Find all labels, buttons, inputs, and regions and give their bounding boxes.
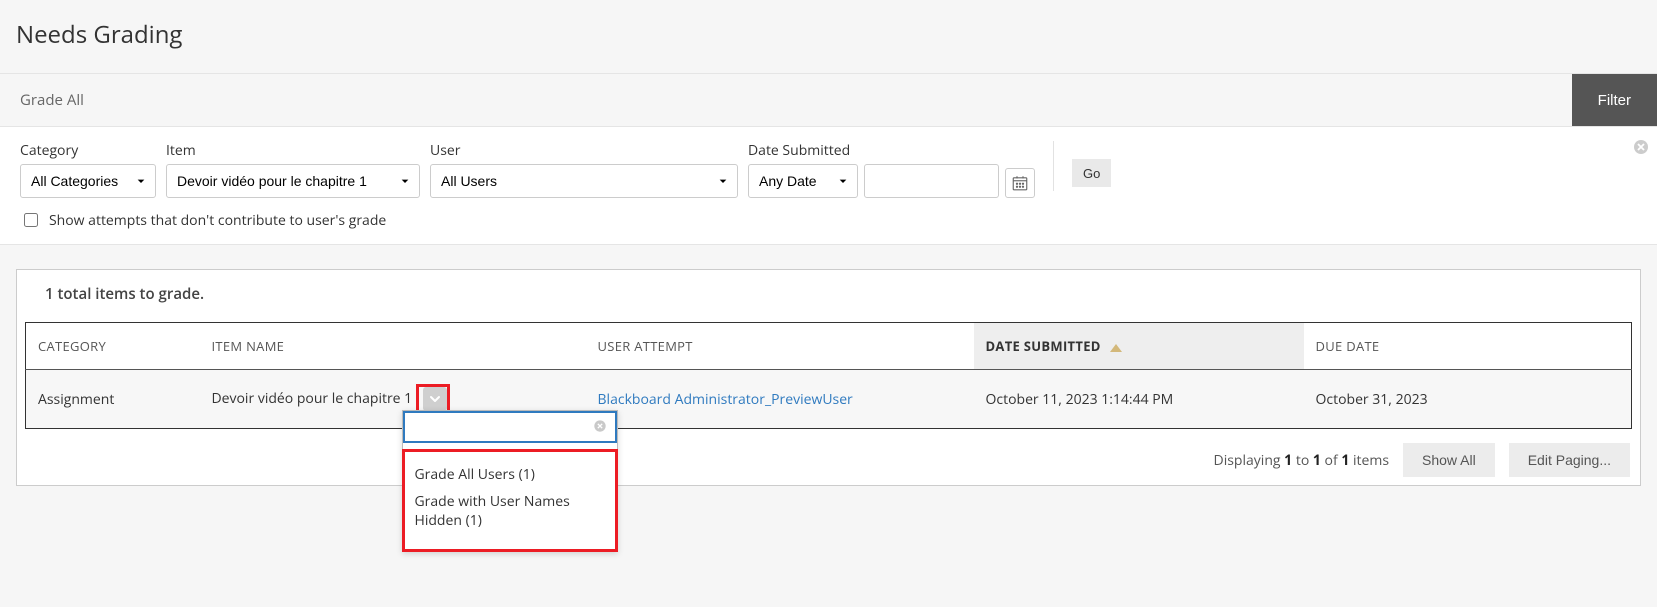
cell-item-text: Devoir vidéo pour le chapitre 1 <box>212 389 413 408</box>
table-row: Assignment Devoir vidéo pour le chapitre… <box>26 370 1632 429</box>
category-select[interactable]: All Categories <box>20 164 156 198</box>
date-submitted-label: Date Submitted <box>748 141 1035 160</box>
show-attempts-label: Show attempts that don't contribute to u… <box>49 211 386 230</box>
cell-user: Blackboard Administrator_PreviewUser <box>586 370 974 429</box>
user-attempt-link[interactable]: Blackboard Administrator_PreviewUser <box>598 390 853 409</box>
col-header-item[interactable]: ITEM NAME <box>200 323 586 370</box>
row-actions-dropdown: Grade All Users (1) Grade with User Name… <box>402 410 618 552</box>
col-header-user[interactable]: USER ATTEMPT <box>586 323 974 370</box>
show-attempts-checkbox[interactable] <box>24 213 38 227</box>
cell-category: Assignment <box>26 370 200 429</box>
user-select[interactable]: All Users <box>430 164 738 198</box>
show-all-button[interactable]: Show All <box>1403 443 1495 477</box>
total-items-text: 1 total items to grade. <box>17 270 1640 322</box>
item-select[interactable]: Devoir vidéo pour le chapitre 1 <box>166 164 420 198</box>
filter-button[interactable]: Filter <box>1572 74 1657 126</box>
cell-item: Devoir vidéo pour le chapitre 1 <box>200 370 586 429</box>
col-header-date-label: DATE SUBMITTED <box>986 337 1101 355</box>
category-label: Category <box>20 141 156 160</box>
item-label: Item <box>166 141 420 160</box>
col-header-due[interactable]: DUE DATE <box>1304 323 1632 370</box>
dropdown-opt-grade-hidden[interactable]: Grade with User Names Hidden (1) <box>415 489 605 535</box>
anydate-select[interactable]: Any Date <box>748 164 858 198</box>
dropdown-clear-icon[interactable] <box>593 419 609 435</box>
date-input[interactable] <box>864 164 999 198</box>
cell-date: October 11, 2023 1:14:44 PM <box>974 370 1304 429</box>
user-label: User <box>430 141 738 160</box>
dropdown-search-input[interactable] <box>405 413 593 441</box>
displaying-text: Displaying 1 to 1 of 1 items <box>1214 451 1389 470</box>
page-title: Needs Grading <box>16 18 1641 51</box>
col-header-date[interactable]: DATE SUBMITTED <box>974 323 1304 370</box>
close-filters-icon[interactable] <box>1633 139 1649 155</box>
edit-paging-button[interactable]: Edit Paging... <box>1509 443 1630 477</box>
grade-table: CATEGORY ITEM NAME USER ATTEMPT DATE SUB… <box>25 322 1632 429</box>
calendar-icon[interactable] <box>1005 168 1035 198</box>
row-actions-button[interactable] <box>423 387 447 411</box>
col-header-category[interactable]: CATEGORY <box>26 323 200 370</box>
separator <box>1053 141 1054 191</box>
dropdown-opt-grade-all[interactable]: Grade All Users (1) <box>415 462 605 489</box>
go-button[interactable]: Go <box>1072 159 1111 187</box>
sort-asc-icon <box>1110 344 1122 352</box>
grade-all-button[interactable]: Grade All <box>0 74 104 126</box>
cell-due: October 31, 2023 <box>1304 370 1632 429</box>
